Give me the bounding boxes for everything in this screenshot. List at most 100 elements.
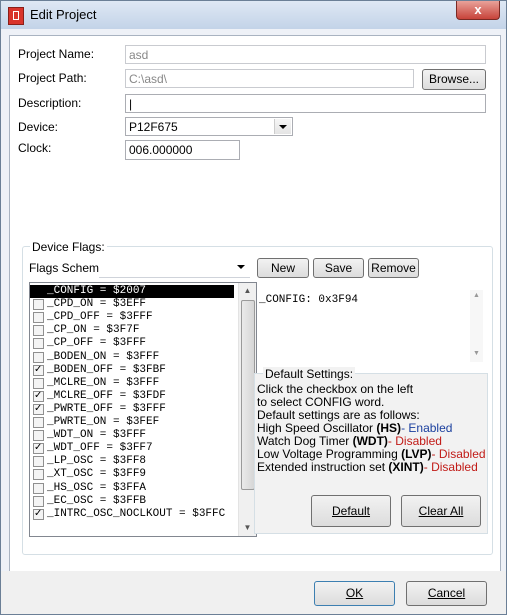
flags-scheme-label: Flags Scheme: (29, 261, 110, 275)
remove-scheme-button[interactable]: Remove (368, 258, 419, 278)
flag-label: _WDT_OFF = $3FF7 (47, 442, 153, 455)
clock-label: Clock: (18, 141, 52, 155)
chevron-down-icon[interactable] (233, 259, 249, 274)
flag-item[interactable]: _INTRC_OSC_NOCLKOUT = $3FFC (30, 507, 234, 521)
window-title: Edit Project (30, 7, 97, 22)
scroll-up-icon[interactable]: ▲ (239, 283, 256, 299)
flag-label: _HS_OSC = $3FFA (47, 481, 147, 494)
project-path-label: Project Path: (18, 71, 87, 85)
flag-item[interactable]: _MCLRE_OFF = $3FDF (30, 389, 234, 403)
flag-checkbox[interactable] (33, 430, 44, 442)
save-scheme-button[interactable]: Save (313, 258, 364, 278)
flag-item[interactable]: _BODEN_ON = $3FFF (30, 351, 234, 364)
close-button[interactable]: x (456, 1, 500, 20)
scroll-thumb[interactable] (241, 300, 255, 490)
scroll-down-icon[interactable]: ▼ (473, 350, 480, 357)
flag-label: _CP_OFF = $3FFF (47, 337, 147, 350)
flag-item[interactable]: _HS_OSC = $3FFA (30, 482, 234, 495)
chevron-down-icon[interactable] (274, 119, 291, 134)
xint-setting-row: Extended instruction set (XINT)- Disable… (257, 460, 478, 474)
flag-item[interactable]: _XT_OSC = $3FF9 (30, 468, 234, 481)
default-settings-panel: Default Settings: Click the checkbox on … (254, 367, 488, 534)
flag-item[interactable]: _PWRTE_OFF = $3FFF (30, 402, 234, 416)
flag-label: _CPD_OFF = $3FFF (47, 311, 153, 324)
wdt-abbr: (WDT) (352, 434, 388, 448)
flag-item[interactable]: _CPD_ON = $3EFF (30, 298, 234, 311)
default-button[interactable]: Default (311, 495, 391, 527)
flag-item[interactable]: _PWRTE_ON = $3FEF (30, 416, 234, 429)
config-word-box: _CONFIG: 0x3F94 ▲ ▼ (257, 290, 483, 362)
flag-checkbox[interactable] (33, 363, 44, 376)
flag-label: _EC_OSC = $3FFB (47, 494, 147, 507)
flag-checkbox[interactable] (33, 456, 44, 468)
default-settings-title: Default Settings: (263, 367, 356, 381)
flag-item[interactable]: _WDT_ON = $3FFF (30, 429, 234, 442)
description-field[interactable]: | (125, 94, 486, 113)
device-flags-title: Device Flags: (30, 240, 107, 254)
flag-label: _PWRTE_ON = $3FEF (47, 416, 160, 428)
title-bar[interactable]: Edit Project x (1, 1, 506, 29)
flag-label: _LP_OSC = $3FF8 (47, 455, 147, 468)
new-scheme-button[interactable]: New (257, 258, 309, 278)
flag-checkbox[interactable] (33, 312, 44, 324)
flag-item[interactable]: _CPD_OFF = $3FFF (30, 311, 234, 324)
config-word-text: _CONFIG: 0x3F94 (259, 294, 359, 306)
flag-checkbox[interactable] (33, 325, 44, 337)
flag-item[interactable]: _CP_ON = $3F7F (30, 324, 234, 337)
flag-checkbox[interactable] (33, 389, 44, 402)
browse-button[interactable]: Browse... (422, 69, 486, 90)
flag-checkbox[interactable] (33, 482, 44, 494)
scroll-up-icon[interactable]: ▲ (473, 292, 480, 299)
clear-all-button[interactable]: Clear All (401, 495, 481, 527)
clock-field[interactable]: 006.000000 (125, 140, 240, 160)
wdt-state: - Disabled (387, 434, 442, 448)
flag-checkbox[interactable] (33, 469, 44, 481)
flag-label: _MCLRE_ON = $3FFF (47, 376, 160, 389)
wdt-setting-label: Watch Dog Timer (257, 434, 353, 448)
wdt-setting-row: Watch Dog Timer (WDT)- Disabled (257, 434, 442, 448)
flag-label: _XT_OSC = $3FF9 (47, 468, 147, 481)
flag-label: _BODEN_ON = $3FFF (47, 350, 160, 363)
cancel-button[interactable]: Cancel (406, 581, 487, 606)
flag-checkbox[interactable] (33, 441, 44, 455)
flag-item[interactable]: _EC_OSC = $3FFB (30, 495, 234, 508)
flag-checkbox[interactable] (33, 402, 44, 415)
lvp-state: - Disabled (431, 447, 486, 461)
xint-state: - Disabled (423, 460, 478, 474)
flag-label: _PWRTE_OFF = $3FFF (47, 402, 166, 415)
device-flags-list[interactable]: _INTRC_OSC_NOCLKOUT = $3FFC_EC_OSC = $3F… (29, 282, 257, 537)
flag-label: _CP_ON = $3F7F (47, 324, 140, 337)
device-select[interactable]: P12F675 (125, 117, 293, 136)
config-scrollbar[interactable]: ▲ ▼ (470, 290, 483, 362)
hs-state: - Enabled (401, 421, 453, 435)
flag-item[interactable]: _LP_OSC = $3FF8 (30, 455, 234, 468)
flag-checkbox[interactable] (33, 495, 44, 507)
flag-item[interactable]: _CP_OFF = $3FFF (30, 337, 234, 350)
hs-setting-row: High Speed Oscillator (HS)- Enabled (257, 421, 452, 435)
flag-item[interactable]: _MCLRE_ON = $3FFF (30, 377, 234, 390)
device-label: Device: (18, 120, 59, 134)
default-line-1: Click the checkbox on the left (257, 382, 414, 396)
flag-item[interactable]: _BODEN_OFF = $3FBF (30, 363, 234, 377)
dialog-body: Project Name: asd Project Path: C:\asd\ … (9, 35, 501, 607)
flag-item[interactable]: _WDT_OFF = $3FF7 (30, 441, 234, 455)
project-path-field[interactable]: C:\asd\ (125, 69, 414, 88)
app-logo-icon (8, 7, 24, 25)
project-name-field[interactable]: asd (125, 45, 486, 64)
flag-item[interactable]: _CONFIG = $2007 (30, 285, 234, 298)
xint-setting-label: Extended instruction set (257, 460, 389, 474)
flags-scheme-select[interactable] (99, 258, 250, 278)
default-line-3: Default settings are as follows: (257, 408, 420, 422)
flag-checkbox[interactable] (33, 377, 44, 389)
hs-setting-label: High Speed Oscillator (257, 421, 377, 435)
flag-checkbox[interactable] (33, 338, 44, 350)
flag-checkbox[interactable] (33, 507, 44, 520)
ok-button[interactable]: OK (314, 581, 395, 606)
flag-checkbox[interactable] (33, 417, 44, 428)
flag-checkbox[interactable] (33, 299, 44, 311)
flag-label: _INTRC_OSC_NOCLKOUT = $3FFC (47, 507, 226, 520)
xint-abbr: (XINT) (388, 460, 424, 474)
device-value: P12F675 (129, 120, 178, 134)
flag-label: _MCLRE_OFF = $3FDF (47, 389, 166, 402)
flag-checkbox[interactable] (33, 351, 44, 363)
